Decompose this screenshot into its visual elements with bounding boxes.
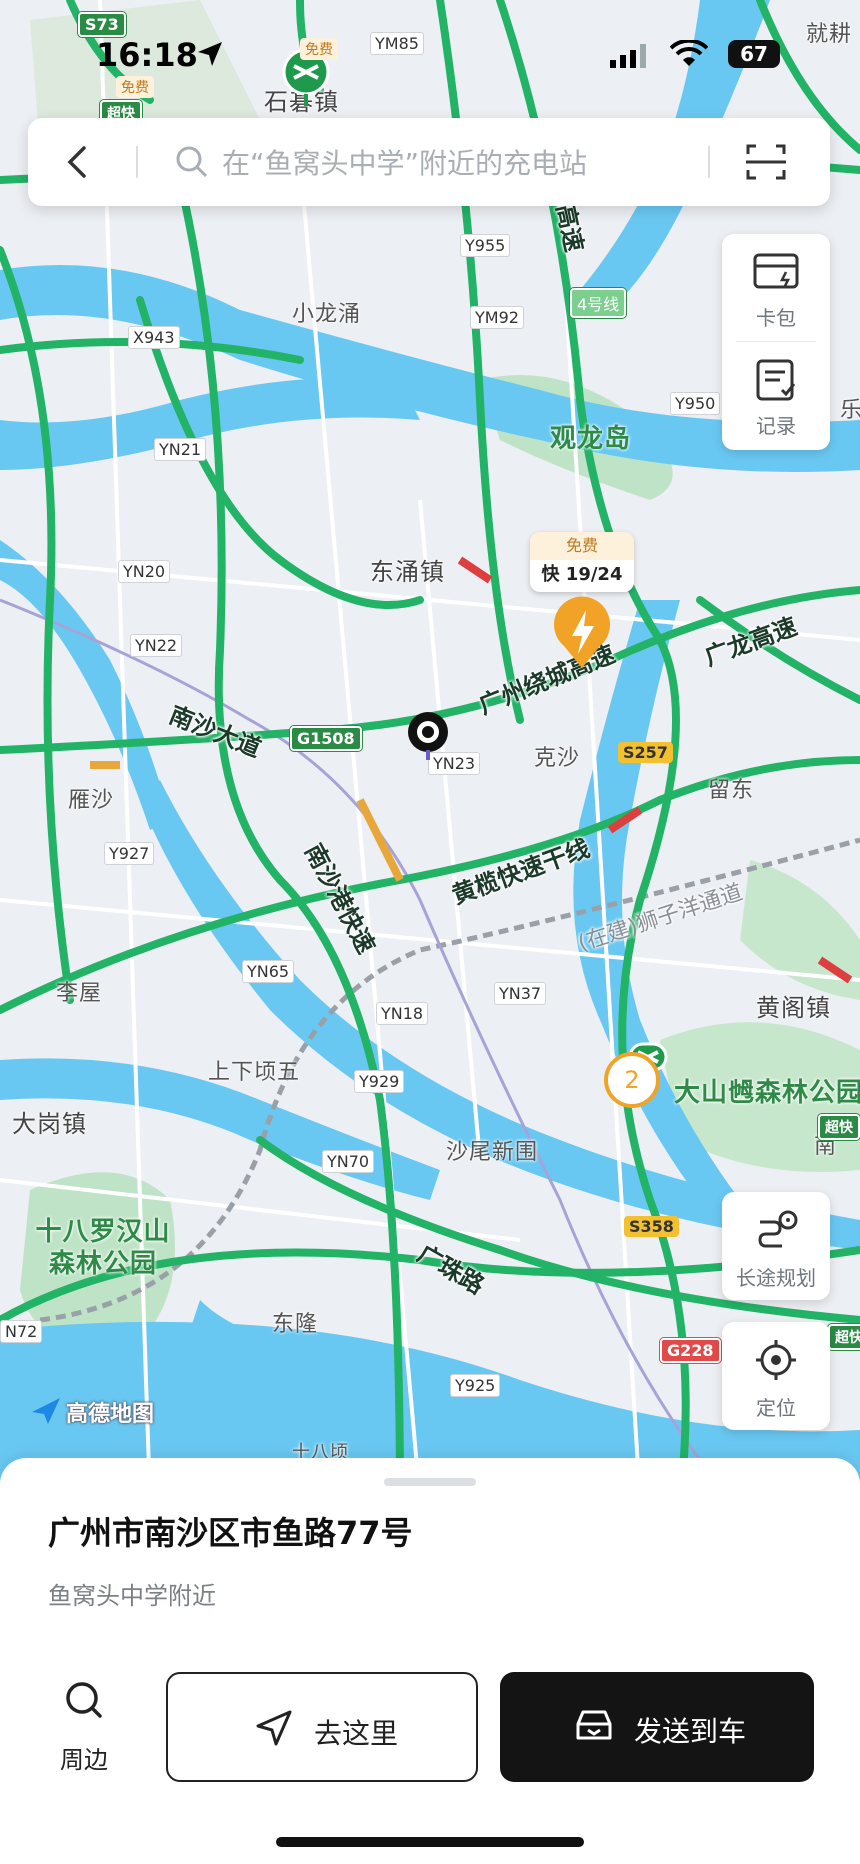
road-number: Y929 bbox=[354, 1070, 405, 1093]
place-label: 克沙 bbox=[534, 746, 581, 771]
place-label: 李屋 bbox=[56, 981, 103, 1006]
bottom-sheet: 广州市南沙区市鱼路77号 鱼窝头中学附近 周边 去这里 发送到车 bbox=[0, 1458, 860, 1864]
wifi-icon bbox=[670, 40, 708, 66]
back-arrow-icon[interactable] bbox=[58, 142, 98, 182]
place-label: 黄阁镇 bbox=[756, 994, 831, 1022]
road-number: YN37 bbox=[494, 982, 547, 1005]
wallet-button[interactable]: 卡包 bbox=[722, 234, 830, 340]
place-label: 沙尾新围 bbox=[446, 1140, 539, 1165]
send-to-car-label: 发送到车 bbox=[634, 1715, 747, 1748]
road-number: Y925 bbox=[450, 1374, 501, 1397]
route-shield: G228 bbox=[660, 1338, 721, 1363]
wallet-label: 卡包 bbox=[756, 306, 796, 330]
road-number: Y950 bbox=[670, 392, 721, 415]
status-time: 16:18 bbox=[96, 36, 198, 74]
navigate-arrow-icon bbox=[256, 1710, 292, 1746]
place-label: 小龙涌 bbox=[292, 302, 362, 327]
place-label: 留东 bbox=[708, 778, 755, 803]
charging-station-marker[interactable] bbox=[550, 596, 614, 670]
free-tag: 免费 bbox=[116, 76, 154, 98]
place-label: 上下顷五 bbox=[208, 1060, 301, 1085]
locate-icon bbox=[756, 1340, 796, 1380]
road-number: Y927 bbox=[104, 842, 155, 865]
records-icon bbox=[756, 359, 796, 401]
send-to-car-button[interactable]: 发送到车 bbox=[500, 1672, 814, 1782]
search-icon bbox=[66, 1682, 102, 1718]
road-number: YN21 bbox=[154, 438, 207, 461]
road-number: YN65 bbox=[242, 960, 295, 983]
amap-logo-text: 高德地图 bbox=[66, 1402, 155, 1427]
road-number: YN70 bbox=[322, 1150, 375, 1173]
road-number: YN22 bbox=[130, 634, 183, 657]
road-number: Y955 bbox=[460, 234, 511, 257]
divider bbox=[708, 146, 710, 178]
status-bar: 16:18 67 bbox=[0, 36, 860, 76]
road-number: YN20 bbox=[118, 560, 171, 583]
go-here-button[interactable]: 去这里 bbox=[166, 1672, 478, 1782]
road-number: X943 bbox=[128, 326, 180, 349]
charger-cluster-marker[interactable]: 2 bbox=[604, 1052, 660, 1108]
place-label: 大岗镇 bbox=[12, 1110, 87, 1138]
place-label: 观龙岛 bbox=[550, 424, 632, 454]
long-trip-button[interactable]: 长途规划 bbox=[722, 1192, 830, 1300]
sheet-handle[interactable] bbox=[384, 1478, 476, 1486]
charger-availability: 19/24 bbox=[565, 564, 623, 585]
records-button[interactable]: 记录 bbox=[722, 342, 830, 448]
route-plan-icon bbox=[758, 1210, 798, 1248]
nearby-button[interactable]: 周边 bbox=[40, 1678, 128, 1778]
free-tag: 免费 bbox=[530, 532, 634, 560]
battery-level: 67 bbox=[740, 42, 768, 66]
long-trip-label: 长途规划 bbox=[736, 1266, 816, 1290]
cellular-signal-icon bbox=[610, 44, 646, 68]
location-arrow-icon bbox=[198, 42, 222, 66]
route-shield: S358 bbox=[624, 1216, 679, 1237]
cluster-count: 2 bbox=[624, 1066, 640, 1094]
selected-location-pin[interactable] bbox=[406, 710, 450, 760]
scan-icon[interactable] bbox=[744, 140, 788, 184]
battery-icon: 67 bbox=[728, 40, 780, 68]
charging-station-label[interactable]: 免费 快 19/24 bbox=[530, 532, 634, 592]
search-icon bbox=[176, 146, 208, 178]
locate-button[interactable]: 定位 bbox=[722, 1322, 830, 1430]
route-shield: S73 bbox=[78, 12, 126, 37]
amap-logo-icon bbox=[32, 1398, 60, 1424]
place-label: 十八罗汉山森林公园 bbox=[35, 1217, 171, 1279]
go-here-label: 去这里 bbox=[314, 1717, 399, 1750]
nearby-landmark: 鱼窝头中学附近 bbox=[48, 1582, 216, 1610]
route-shield: S257 bbox=[618, 742, 673, 763]
locate-label: 定位 bbox=[756, 1396, 796, 1420]
card-wallet-icon bbox=[753, 253, 799, 289]
road-number: YM92 bbox=[470, 306, 524, 329]
home-indicator[interactable] bbox=[276, 1837, 584, 1847]
superfast-tag: 超快 bbox=[828, 1324, 860, 1350]
address-title: 广州市南沙区市鱼路77号 bbox=[48, 1514, 413, 1552]
route-shield: G1508 bbox=[290, 726, 362, 751]
search-input[interactable]: 在“鱼窝头中学”附近的充电站 bbox=[222, 142, 587, 182]
records-label: 记录 bbox=[756, 414, 796, 438]
divider bbox=[136, 146, 138, 178]
place-label: 东涌镇 bbox=[370, 558, 445, 586]
place-label: 大山乸森林公园 bbox=[674, 1078, 860, 1108]
road-number: N72 bbox=[0, 1320, 43, 1343]
metro-line-badge: 4号线 bbox=[570, 288, 627, 318]
superfast-tag: 超快 bbox=[818, 1114, 860, 1140]
fast-charger-tag: 快 bbox=[541, 564, 560, 585]
road-number: YN18 bbox=[376, 1002, 429, 1025]
car-icon bbox=[576, 1710, 612, 1740]
nearby-label: 周边 bbox=[60, 1746, 108, 1774]
search-bar[interactable]: 在“鱼窝头中学”附近的充电站 bbox=[28, 118, 830, 206]
place-label: 雁沙 bbox=[68, 788, 115, 813]
side-panel: 卡包 记录 bbox=[722, 234, 830, 450]
place-label: 东隆 bbox=[272, 1312, 319, 1337]
place-label: 乐 bbox=[840, 398, 860, 423]
